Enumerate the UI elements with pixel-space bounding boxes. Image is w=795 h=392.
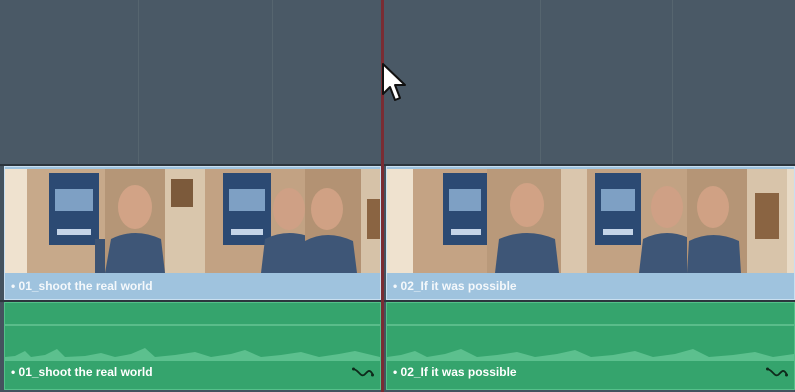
audio-waveform	[387, 324, 794, 361]
playhead[interactable]	[381, 0, 384, 392]
audio-clip-label: • 01_shoot the real world	[11, 365, 153, 379]
thumbnail	[587, 169, 687, 273]
video-clip-02[interactable]: • 02_If it was possible	[386, 166, 795, 300]
video-clip-label: • 01_shoot the real world	[11, 279, 153, 293]
thumbnail	[787, 169, 794, 273]
audio-clip-01[interactable]: • 01_shoot the real world	[4, 302, 381, 390]
clip-thumbnails	[5, 169, 380, 273]
thumbnail	[105, 169, 205, 273]
audio-clip-02[interactable]: • 02_If it was possible	[386, 302, 795, 390]
thumbnail	[487, 169, 587, 273]
audio-waveform	[5, 324, 380, 361]
grid-line	[540, 0, 541, 166]
thumbnail	[687, 169, 787, 273]
timeline[interactable]: • 01_shoot the real world • 02_If it was…	[0, 0, 795, 392]
mouse-pointer-icon	[382, 63, 406, 101]
grid-line	[138, 0, 139, 166]
volume-curve-icon[interactable]	[766, 363, 788, 381]
audio-clip-label: • 02_If it was possible	[393, 365, 517, 379]
clip-thumbnails	[387, 169, 794, 273]
thumbnail	[5, 169, 105, 273]
volume-curve-icon[interactable]	[352, 363, 374, 381]
grid-line	[672, 0, 673, 166]
thumbnail	[205, 169, 305, 273]
grid-line	[272, 0, 273, 166]
thumbnail	[387, 169, 487, 273]
thumbnail	[305, 169, 380, 273]
video-clip-label: • 02_If it was possible	[393, 279, 517, 293]
video-clip-01[interactable]: • 01_shoot the real world	[4, 166, 381, 300]
